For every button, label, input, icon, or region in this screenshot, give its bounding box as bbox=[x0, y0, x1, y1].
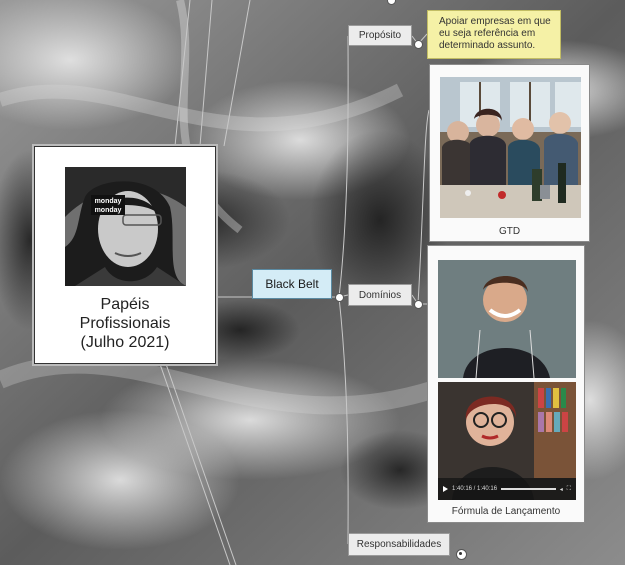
central-title-line-1: Papéis bbox=[100, 296, 150, 313]
subtopic-black-belt-label: Black Belt bbox=[265, 277, 319, 291]
volume-icon[interactable]: ◂ bbox=[560, 486, 563, 493]
connector-dot-icon[interactable] bbox=[335, 293, 344, 302]
connector-down-2 bbox=[165, 363, 237, 565]
topic-responsabilidades-label: Responsabilidades bbox=[356, 539, 442, 550]
play-icon[interactable] bbox=[443, 486, 448, 492]
connector-up-1 bbox=[174, 0, 191, 147]
gtd-caption: GTD bbox=[498, 226, 521, 237]
connector-proposito bbox=[338, 35, 349, 298]
video-timestamp: 1:40:16 / 1:40:16 bbox=[452, 486, 498, 492]
badge-line-2: monday bbox=[95, 207, 122, 214]
note-line-3: determinado assunto. bbox=[439, 40, 536, 51]
central-topic-title: Papéis Profissionais (Julho 2021) bbox=[35, 295, 215, 352]
topic-dominios[interactable]: Domínios bbox=[348, 284, 412, 306]
video-controls[interactable]: 1:40:16 / 1:40:16 ◂ ⛶ bbox=[438, 478, 576, 500]
formula-video-frames bbox=[438, 260, 576, 500]
monday-badge: monday monday bbox=[91, 195, 125, 215]
connector-dot-icon[interactable] bbox=[414, 300, 423, 309]
topic-proposito[interactable]: Propósito bbox=[348, 25, 412, 46]
fullscreen-icon[interactable]: ⛶ bbox=[567, 486, 571, 493]
central-title-line-3: (Julho 2021) bbox=[80, 334, 170, 351]
formula-caption: Fórmula de Lançamento bbox=[451, 506, 561, 517]
topic-proposito-label: Propósito bbox=[358, 30, 402, 41]
expand-dot-icon[interactable] bbox=[456, 549, 467, 560]
formula-video[interactable]: 1:40:16 / 1:40:16 ◂ ⛶ bbox=[438, 260, 576, 500]
connector-dot-icon[interactable] bbox=[414, 40, 423, 49]
badge-line-1: monday bbox=[95, 198, 122, 205]
note-line-2: eu seja referência em bbox=[439, 28, 536, 39]
central-title-line-2: Profissionais bbox=[79, 315, 171, 332]
note-line-1: Apoiar empresas em que bbox=[439, 16, 551, 27]
topic-dominios-label: Domínios bbox=[358, 289, 402, 301]
connector-up-2 bbox=[199, 0, 213, 147]
connector-down-1 bbox=[159, 363, 231, 565]
gtd-card[interactable]: GTD bbox=[429, 64, 590, 242]
gtd-group-photo bbox=[440, 77, 581, 218]
connector-responsabilidades bbox=[338, 296, 349, 545]
formula-card[interactable]: 1:40:16 / 1:40:16 ◂ ⛶ Fórmula de Lançame… bbox=[427, 245, 585, 523]
video-progress-bar[interactable] bbox=[501, 488, 556, 490]
topic-responsabilidades[interactable]: Responsabilidades bbox=[348, 533, 450, 556]
central-topic-card[interactable]: monday monday Papéis Profissionais (Julh… bbox=[34, 146, 216, 364]
mindmap-canvas[interactable]: monday monday Papéis Profissionais (Julh… bbox=[0, 0, 625, 565]
proposito-note[interactable]: Apoiar empresas em que eu seja referênci… bbox=[427, 10, 561, 59]
profile-photo: monday monday bbox=[65, 167, 186, 286]
connector-up-3 bbox=[223, 0, 251, 147]
subtopic-black-belt[interactable]: Black Belt bbox=[252, 269, 332, 299]
